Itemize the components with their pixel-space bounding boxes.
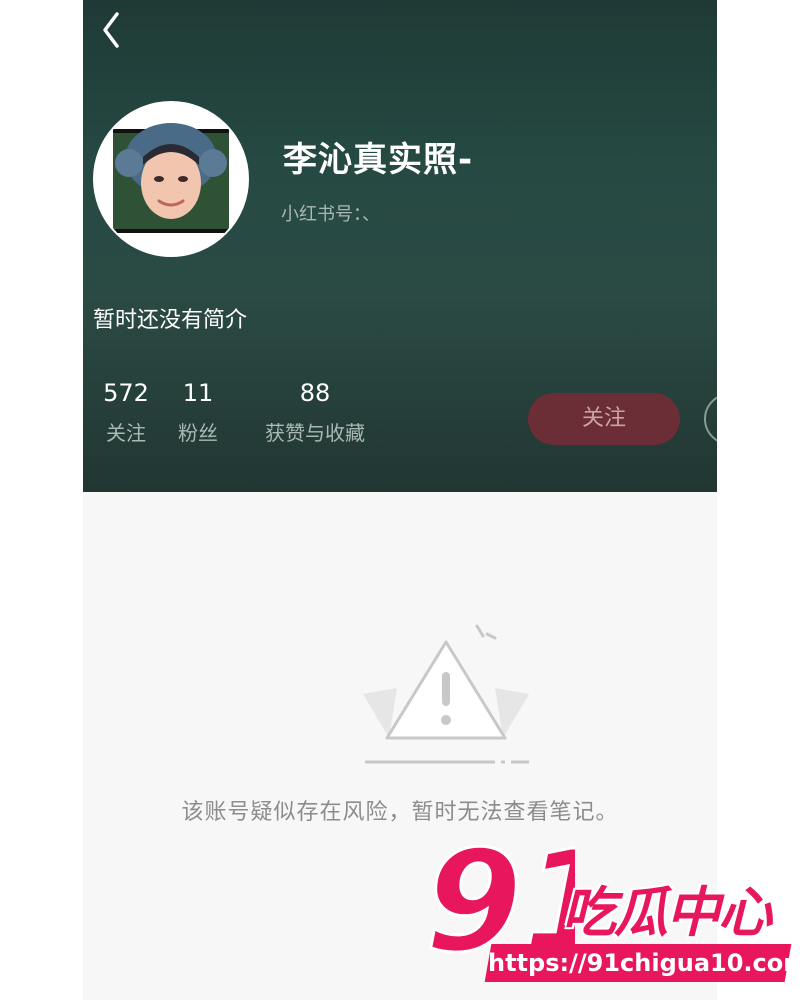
profile-screen: 李沁真实照- 小红书号：、 暂时还没有简介 572 关注 11 粉丝 88 获赞… [83,0,717,1000]
profile-name: 李沁真实照- [283,140,474,180]
stat-following[interactable]: 572 关注 [93,376,159,450]
watermark-brand: 吃瓜中心 [562,881,772,944]
following-label: 关注 [106,421,146,445]
stat-likes-collects[interactable]: 88 获赞与收藏 [255,376,375,450]
warning-triangle-icon [363,624,529,764]
profile-header: 李沁真实照- 小红书号：、 暂时还没有简介 572 关注 11 粉丝 88 获赞… [83,0,717,492]
back-button[interactable] [93,6,129,50]
followers-count: 11 [182,379,214,407]
risk-notice: 该账号疑似存在风险，暂时无法查看笔记。 [181,800,619,825]
chevron-left-icon [103,12,119,48]
likes-label: 获赞与收藏 [265,421,365,445]
watermark-url: https://91chigua10.com [484,944,800,982]
profile-id: 小红书号：、 [281,204,380,225]
warning-illustration [359,618,533,770]
following-count: 572 [103,379,149,407]
chat-button[interactable] [704,393,717,445]
stat-followers[interactable]: 11 粉丝 [173,376,223,450]
avatar-photo [95,103,247,255]
watermark-number: 91 [425,832,575,962]
watermark-url-text: https://91chigua10.com [488,949,800,977]
likes-count: 88 [299,379,331,407]
followers-label: 粉丝 [178,421,218,445]
watermark-91-logo: 91 [425,832,575,962]
profile-bio: 暂时还没有简介 [93,308,248,333]
follow-button[interactable]: 关注 [528,393,680,445]
avatar[interactable] [93,101,249,257]
